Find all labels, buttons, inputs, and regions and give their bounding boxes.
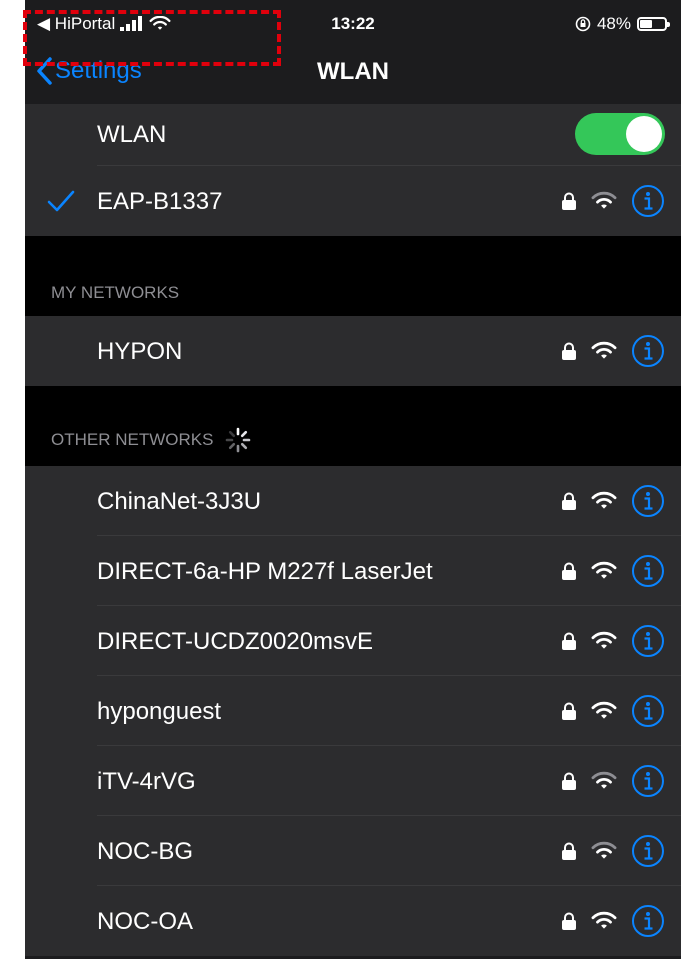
orientation-lock-icon	[575, 16, 591, 32]
checkmark-icon	[47, 190, 75, 212]
network-icons	[561, 184, 665, 218]
lock-icon	[562, 562, 576, 580]
info-icon[interactable]	[631, 184, 665, 218]
network-icons	[561, 834, 665, 868]
network-name: NOC-OA	[97, 908, 193, 935]
section-header: OTHER NETWORKS	[51, 427, 251, 453]
network-row[interactable]: ChinaNet-3J3U	[25, 466, 681, 536]
info-icon[interactable]	[631, 694, 665, 728]
network-icons	[561, 484, 665, 518]
status-bar-right: 48%	[575, 14, 670, 34]
lock-icon	[562, 192, 576, 210]
network-row[interactable]: hyponguest	[25, 676, 681, 746]
battery-percent: 48%	[596, 14, 631, 33]
info-icon[interactable]	[631, 834, 665, 868]
highlight-annotation	[23, 10, 281, 66]
info-icon[interactable]	[631, 334, 665, 368]
network-name: ChinaNet-3J3U	[97, 488, 262, 515]
network-row[interactable]: NOC-OA	[25, 886, 681, 956]
info-icon[interactable]	[631, 764, 665, 798]
network-icons	[561, 334, 665, 368]
wlan-toggle-row: WLAN	[25, 104, 681, 166]
network-row[interactable]: HYPON	[25, 316, 681, 386]
toggle-knob	[626, 116, 662, 152]
network-name: DIRECT-UCDZ0020msvE	[97, 628, 374, 655]
network-name: EAP-B1337	[97, 188, 223, 215]
network-row[interactable]: DIRECT-UCDZ0020msvE	[25, 606, 681, 676]
network-row[interactable]: DIRECT-6a-HP M227f LaserJet	[25, 536, 681, 606]
network-name: hyponguest	[97, 698, 222, 725]
wlan-toggle[interactable]	[575, 113, 665, 155]
section-header-text: OTHER NETWORKS	[51, 430, 214, 449]
wifi-strength-icon	[591, 771, 617, 789]
network-icons	[561, 554, 665, 588]
wifi-strength-icon	[591, 491, 617, 509]
lock-icon	[562, 632, 576, 650]
section-header: MY NETWORKS	[51, 283, 179, 303]
network-name: NOC-BG	[97, 838, 193, 865]
wifi-strength-icon	[591, 631, 617, 649]
network-icons	[561, 904, 665, 938]
connected-network-row[interactable]: EAP-B1337	[25, 166, 681, 236]
wifi-strength-icon	[591, 191, 617, 209]
section-header-text: MY NETWORKS	[51, 283, 180, 302]
wifi-strength-icon	[591, 341, 617, 359]
lock-icon	[562, 492, 576, 510]
loading-spinner-icon	[226, 427, 251, 453]
wifi-strength-icon	[591, 911, 617, 929]
info-icon[interactable]	[631, 484, 665, 518]
info-icon[interactable]	[631, 554, 665, 588]
battery-icon	[637, 17, 670, 31]
network-icons	[561, 624, 665, 658]
info-icon[interactable]	[631, 624, 665, 658]
wifi-strength-icon	[591, 561, 617, 579]
network-row[interactable]: iTV-4rVG	[25, 746, 681, 816]
wifi-strength-icon	[591, 701, 617, 719]
lock-icon	[562, 702, 576, 720]
wlan-label: WLAN	[97, 121, 167, 148]
wifi-strength-icon	[591, 841, 617, 859]
phone-screen: ◀ HiPortal 13:22 48% Settings WLAN WLAN …	[25, 0, 681, 959]
network-name: iTV-4rVG	[97, 768, 196, 795]
lock-icon	[562, 912, 576, 930]
my-networks-section: MY NETWORKS	[25, 236, 681, 316]
lock-icon	[562, 772, 576, 790]
network-icons	[561, 694, 665, 728]
network-icons	[561, 764, 665, 798]
lock-icon	[562, 842, 576, 860]
network-row[interactable]: NOC-BG	[25, 816, 681, 886]
network-name: HYPON	[97, 338, 183, 365]
info-icon[interactable]	[631, 904, 665, 938]
other-networks-section: OTHER NETWORKS	[25, 386, 681, 466]
network-name: DIRECT-6a-HP M227f LaserJet	[97, 558, 433, 585]
lock-icon	[562, 342, 576, 360]
